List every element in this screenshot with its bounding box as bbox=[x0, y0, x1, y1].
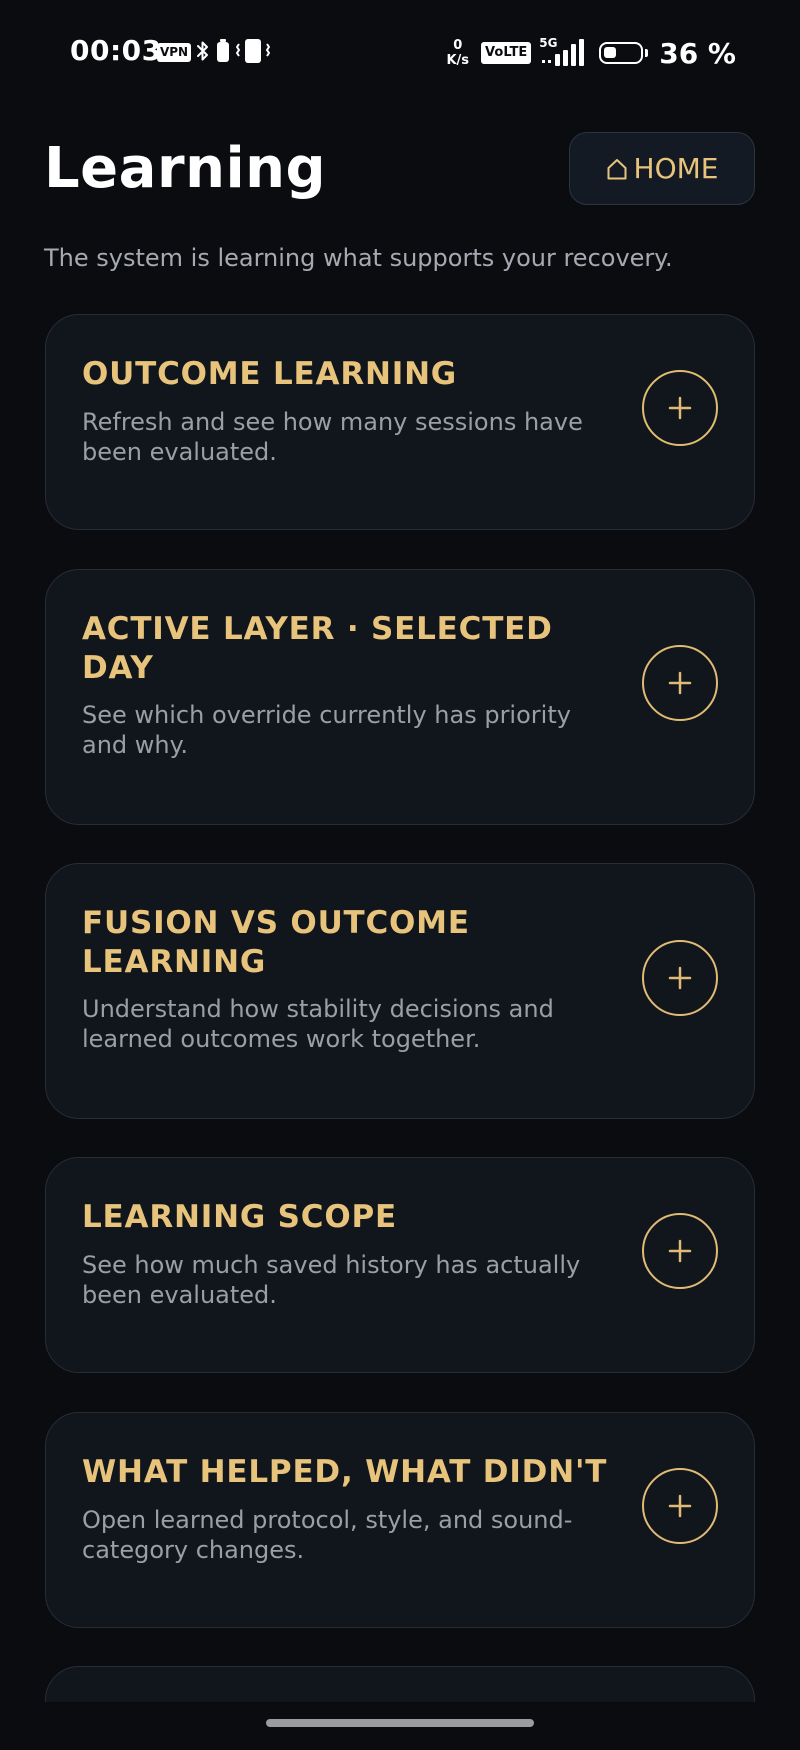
outcome-learning-card[interactable]: OUTCOME LEARNING Refresh and see how man… bbox=[45, 314, 755, 530]
card-description: See how much saved history has actually … bbox=[82, 1251, 581, 1309]
network-speed-unit: K/s bbox=[446, 53, 470, 68]
network-speed: 0 K/s bbox=[446, 38, 469, 68]
card-description: See which override currently has priorit… bbox=[82, 701, 571, 759]
fusion-vs-outcome-card[interactable]: FUSION VS OUTCOME LEARNING Understand ho… bbox=[45, 863, 755, 1119]
home-button[interactable]: HOME bbox=[569, 132, 755, 205]
card-description: Understand how stability decisions and l… bbox=[82, 995, 554, 1053]
volte-icon: VoLTE bbox=[481, 42, 532, 64]
signal-icon: 5G bbox=[539, 36, 585, 68]
active-layer-card[interactable]: ACTIVE LAYER · SELECTED DAY See which ov… bbox=[45, 569, 755, 825]
plus-icon bbox=[668, 1494, 692, 1518]
plus-icon bbox=[668, 966, 692, 990]
status-time: 00:03 bbox=[70, 34, 162, 67]
card-title: ACTIVE LAYER · SELECTED DAY bbox=[82, 611, 553, 686]
expand-button[interactable] bbox=[642, 370, 718, 446]
gesture-home-indicator[interactable] bbox=[266, 1719, 534, 1727]
card-title: FUSION VS OUTCOME LEARNING bbox=[82, 905, 470, 980]
status-left-icons bbox=[196, 38, 271, 68]
expand-button[interactable] bbox=[642, 1468, 718, 1544]
bluetooth-icon bbox=[196, 40, 210, 66]
what-helped-card[interactable]: WHAT HELPED, WHAT DIDN'T Open learned pr… bbox=[45, 1412, 755, 1628]
status-right-icons: 0 K/s VoLTE 5G 36 % bbox=[446, 34, 736, 72]
battery-percent: 36 % bbox=[659, 36, 736, 70]
status-bar: 00:03 VPN 0 K/s VoLTE 5G 36 % bbox=[0, 0, 800, 105]
plus-icon bbox=[668, 1239, 692, 1263]
card-title: OUTCOME LEARNING bbox=[82, 356, 458, 392]
home-icon bbox=[606, 157, 628, 181]
plus-icon bbox=[668, 671, 692, 695]
vibrate-icon bbox=[235, 39, 271, 67]
card-description: Open learned protocol, style, and sound-… bbox=[82, 1506, 573, 1564]
expand-button[interactable] bbox=[642, 645, 718, 721]
vpn-icon: VPN bbox=[157, 43, 191, 62]
home-button-label: HOME bbox=[633, 152, 719, 185]
expand-button[interactable] bbox=[642, 940, 718, 1016]
battery-icon bbox=[599, 42, 649, 64]
card-title: LEARNING SCOPE bbox=[82, 1199, 397, 1235]
page-subtitle: The system is learning what supports you… bbox=[44, 244, 673, 272]
headset-battery-icon bbox=[216, 39, 230, 67]
network-speed-value: 0 bbox=[453, 38, 463, 53]
card-title: WHAT HELPED, WHAT DIDN'T bbox=[82, 1454, 608, 1490]
learning-screen: 00:03 VPN 0 K/s VoLTE 5G 36 % Learning H… bbox=[0, 0, 800, 1750]
page-title: Learning bbox=[44, 136, 327, 201]
expand-button[interactable] bbox=[642, 1213, 718, 1289]
battery-level-fill bbox=[604, 47, 617, 58]
learning-scope-card[interactable]: LEARNING SCOPE See how much saved histor… bbox=[45, 1157, 755, 1373]
plus-icon bbox=[668, 396, 692, 420]
card-description: Refresh and see how many sessions have b… bbox=[82, 408, 583, 466]
